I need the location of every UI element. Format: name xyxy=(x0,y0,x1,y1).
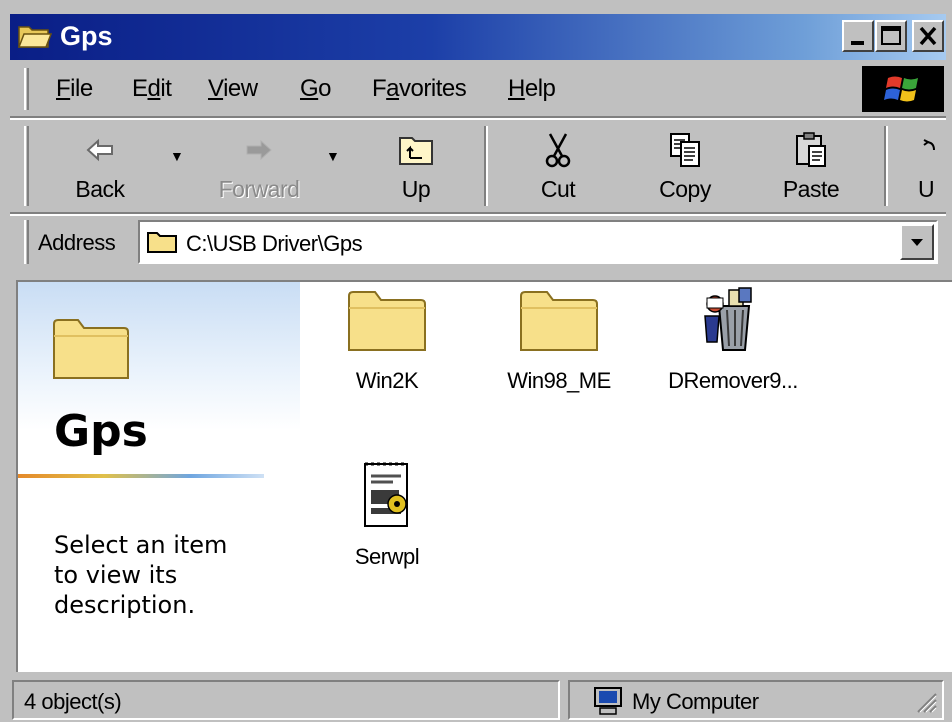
folder-name-heading: Gps xyxy=(54,406,148,457)
up-label: Up xyxy=(401,176,431,202)
minimize-button[interactable] xyxy=(842,20,874,52)
folder-icon xyxy=(348,291,426,351)
address-value: C:\USB Driver\Gps xyxy=(186,231,363,256)
uninstaller-icon xyxy=(704,287,752,351)
copy-label: Copy xyxy=(659,176,711,202)
status-bar: 4 object(s) My Computer xyxy=(10,678,946,722)
menu-bar: File Edit View Go Favorites Help xyxy=(10,62,946,116)
cut-label: Cut xyxy=(540,176,576,202)
folder-icon xyxy=(147,232,177,253)
chevron-down-icon xyxy=(911,239,923,246)
paste-button[interactable]: Paste xyxy=(766,126,856,210)
file-item-serwpl[interactable]: Serwpl xyxy=(312,458,462,570)
copy-button[interactable]: Copy xyxy=(640,126,730,210)
menu-go[interactable]: Go xyxy=(300,75,332,103)
toolbar-separator xyxy=(484,126,488,206)
file-name: Win2K xyxy=(355,368,419,393)
undo-icon xyxy=(923,139,935,151)
menu-file[interactable]: File xyxy=(56,75,93,103)
paste-label: Paste xyxy=(782,176,840,202)
address-label: Address xyxy=(38,230,116,255)
explorer-window: Gps File Edit View Go Favorites Help Bac… xyxy=(0,0,952,722)
close-icon xyxy=(919,26,937,46)
paste-icon xyxy=(796,132,826,167)
forward-button[interactable]: Forward xyxy=(204,126,314,210)
file-name: DRemover9... xyxy=(668,368,798,393)
back-dropdown-arrow[interactable]: ▼ xyxy=(170,148,184,164)
address-dropdown-button[interactable] xyxy=(900,224,934,260)
heading-divider xyxy=(18,474,264,478)
folder-icon xyxy=(53,319,129,379)
file-item-win98-me[interactable]: Win98_ME xyxy=(484,288,634,394)
back-button[interactable]: Back xyxy=(58,126,142,210)
menu-view[interactable]: View xyxy=(208,75,258,103)
maximize-icon xyxy=(881,26,901,45)
resize-grip-icon[interactable] xyxy=(912,688,938,714)
status-panel-objects: 4 object(s) xyxy=(12,680,560,720)
close-button[interactable] xyxy=(912,20,944,52)
minimize-icon xyxy=(851,41,864,45)
file-name: Win98_ME xyxy=(507,368,611,393)
setup-info-icon xyxy=(364,462,408,527)
standard-toolbar: Back ▼ Forward ▼ Up Cut Copy Paste U xyxy=(10,120,946,212)
toolbar-separator xyxy=(884,126,888,206)
status-panel-zone: My Computer xyxy=(568,680,944,720)
address-field[interactable]: C:\USB Driver\Gps xyxy=(138,220,938,264)
file-name: Serwpl xyxy=(354,544,420,569)
cut-button[interactable]: Cut xyxy=(518,126,598,210)
object-count: 4 object(s) xyxy=(24,689,122,714)
file-item-dremover[interactable]: DRemover9... xyxy=(658,286,808,394)
windows-logo xyxy=(862,66,944,112)
forward-dropdown-arrow[interactable]: ▼ xyxy=(326,148,340,164)
window-title: Gps xyxy=(60,21,113,51)
forward-arrow-icon xyxy=(246,139,272,161)
toolbar-grip[interactable] xyxy=(24,126,29,206)
zone-label: My Computer xyxy=(632,689,759,714)
up-folder-icon xyxy=(399,137,433,165)
content-area: Gps Select an item to view its descripti… xyxy=(16,280,952,672)
undo-label: U xyxy=(917,176,935,202)
open-folder-icon xyxy=(18,26,52,48)
windows-flag-icon xyxy=(884,76,918,102)
menu-favorites[interactable]: Favorites xyxy=(372,75,467,103)
my-computer-icon xyxy=(594,687,622,715)
address-bar: Address C:\USB Driver\Gps xyxy=(10,216,946,272)
address-grip[interactable] xyxy=(24,220,29,264)
folder-icon xyxy=(520,291,598,351)
copy-icon xyxy=(670,133,700,167)
maximize-button[interactable] xyxy=(875,20,907,52)
forward-label: Forward xyxy=(218,176,300,202)
back-arrow-icon xyxy=(86,138,113,162)
web-view-pane: Gps Select an item to view its descripti… xyxy=(18,282,300,672)
menu-help[interactable]: Help xyxy=(508,75,556,103)
undo-button[interactable]: U xyxy=(906,126,946,210)
back-label: Back xyxy=(75,176,125,202)
selection-description: Select an item to view its description. xyxy=(54,531,228,619)
menu-grip[interactable] xyxy=(24,68,29,110)
menu-edit[interactable]: Edit xyxy=(132,75,172,103)
up-button[interactable]: Up xyxy=(376,126,456,210)
title-bar[interactable]: Gps xyxy=(10,14,946,60)
scissors-icon xyxy=(545,133,571,168)
file-item-win2k[interactable]: Win2K xyxy=(312,288,462,394)
